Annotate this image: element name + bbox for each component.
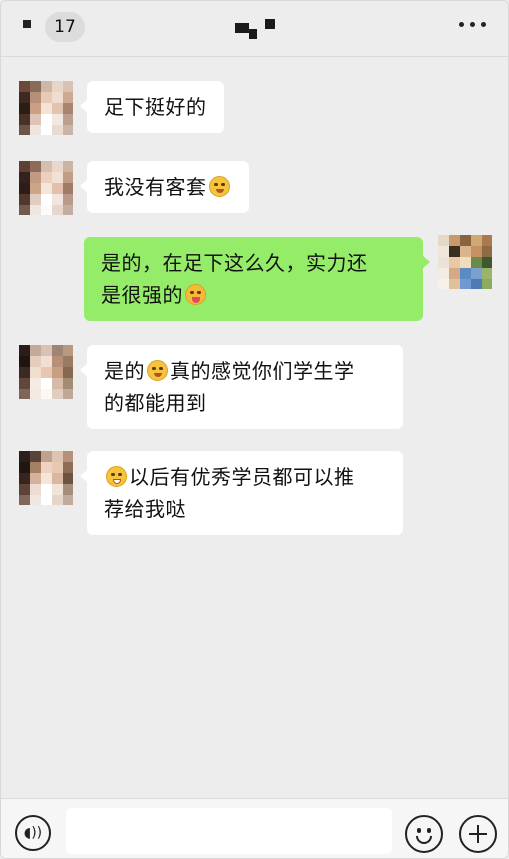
more-options-icon[interactable]: [459, 22, 489, 30]
back-icon[interactable]: [23, 20, 31, 28]
tongue-wink-emoji: [185, 284, 206, 305]
message-text: 足下挺好的: [104, 95, 207, 119]
more-functions-button[interactable]: [459, 815, 497, 853]
chat-header: 17: [1, 1, 508, 55]
message-input[interactable]: [66, 808, 392, 854]
message-bubble-incoming[interactable]: 足下挺好的: [80, 81, 224, 133]
avatar[interactable]: [19, 345, 73, 399]
message-bubble-outgoing[interactable]: 是的，在足下这么久，实力还 是很强的: [84, 237, 430, 321]
pleading-face-emoji: [208, 176, 230, 197]
message-text-line: 是很强的: [101, 283, 183, 307]
voice-icon: ◖)): [23, 825, 43, 841]
message-bubble-incoming[interactable]: 以后有优秀学员都可以推 荐给我哒: [80, 451, 403, 535]
message-text-line: 以后有优秀学员都可以推: [129, 465, 355, 489]
avatar[interactable]: [19, 161, 73, 215]
message-text: 我没有客套: [104, 175, 207, 199]
header-divider: [1, 56, 508, 57]
message-text-line: 是的，在足下这么久，实力还: [101, 251, 368, 275]
unread-count-badge[interactable]: 17: [45, 12, 85, 42]
input-toolbar: ◖)): [1, 798, 508, 858]
avatar-self[interactable]: [438, 235, 492, 289]
message-bubble-incoming[interactable]: 我没有客套: [80, 161, 249, 213]
voice-input-button[interactable]: ◖)): [15, 815, 51, 851]
avatar[interactable]: [19, 451, 73, 505]
avatar[interactable]: [19, 81, 73, 135]
message-bubble-incoming[interactable]: 是的 真的感觉你们学生学 的都能用到: [80, 345, 403, 429]
message-text-line: 是的: [104, 359, 145, 383]
smiling-face-emoji: [147, 360, 168, 381]
grinning-face-emoji: [106, 466, 127, 487]
message-text-line: 的都能用到: [104, 391, 207, 415]
message-text-line: 荐给我哒: [104, 497, 186, 521]
emoji-button[interactable]: [405, 815, 443, 853]
chat-screen: 17 足下挺好的 我没有客套 是的，在足下这么久，实力还 是很强的 是的 真的感…: [0, 0, 509, 859]
chat-title-redacted: [235, 17, 279, 41]
message-text-line: 真的感觉你们学生学: [170, 359, 355, 383]
